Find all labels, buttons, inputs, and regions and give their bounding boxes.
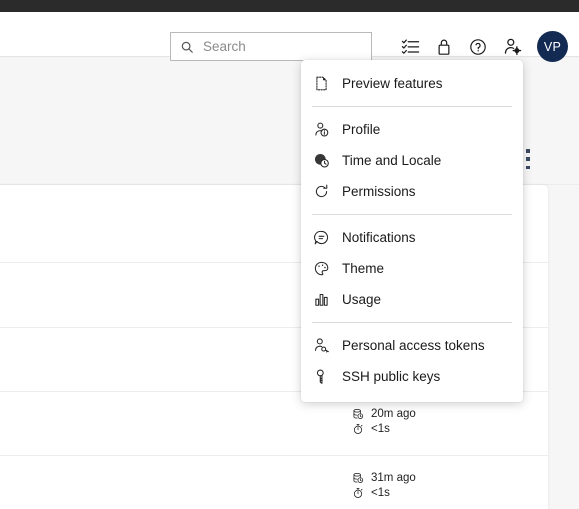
row-duration: <1s	[352, 487, 416, 499]
row-meta: 20m ago <1s	[352, 408, 416, 435]
menu-item-preview-features[interactable]: Preview features	[301, 68, 523, 99]
row-meta: 31m ago <1s	[352, 472, 416, 499]
menu-item-label: Permissions	[342, 183, 416, 199]
tasks-icon[interactable]	[399, 36, 421, 58]
refresh-icon	[313, 183, 330, 200]
menu-item-time-and-locale[interactable]: Time and Locale	[301, 145, 523, 176]
menu-item-label: SSH public keys	[342, 368, 441, 384]
menu-separator	[312, 106, 512, 107]
menu-item-ssh-public-keys[interactable]: SSH public keys	[301, 361, 523, 392]
os-title-strip	[0, 0, 579, 12]
app-header: VP	[0, 12, 579, 62]
menu-item-label: Profile	[342, 121, 381, 137]
row-last-run-text: 31m ago	[371, 472, 416, 484]
menu-item-theme[interactable]: Theme	[301, 253, 523, 284]
stopwatch-icon	[352, 423, 364, 435]
row-last-run: 20m ago	[352, 408, 416, 420]
database-clock-icon	[352, 472, 364, 484]
menu-item-usage[interactable]: Usage	[301, 284, 523, 315]
search-box[interactable]	[170, 32, 372, 61]
palette-icon	[313, 260, 330, 277]
menu-item-notifications[interactable]: Notifications	[301, 222, 523, 253]
avatar[interactable]: VP	[537, 31, 568, 62]
notification-bubble-icon	[313, 229, 330, 246]
globe-clock-icon	[313, 152, 330, 169]
row-duration-text: <1s	[371, 423, 390, 435]
database-clock-icon	[352, 408, 364, 420]
menu-item-label: Personal access tokens	[342, 337, 485, 353]
table-row[interactable]: 31m ago <1s	[0, 456, 548, 509]
lock-icon[interactable]	[433, 36, 455, 58]
stopwatch-icon	[352, 487, 364, 499]
search-input[interactable]	[203, 39, 363, 54]
header-icon-group: VP	[399, 31, 568, 62]
menu-item-label: Preview features	[342, 75, 443, 91]
row-duration-text: <1s	[371, 487, 390, 499]
row-duration: <1s	[352, 423, 416, 435]
user-settings-icon[interactable]	[501, 36, 523, 58]
preview-file-icon	[313, 75, 330, 92]
menu-item-profile[interactable]: Profile	[301, 114, 523, 145]
menu-item-label: Usage	[342, 291, 382, 307]
user-settings-menu: Preview features Profile Time and Locale Pe…	[301, 60, 523, 402]
search-icon	[180, 40, 194, 54]
menu-item-personal-access-tokens[interactable]: Personal access tokens	[301, 330, 523, 361]
row-last-run: 31m ago	[352, 472, 416, 484]
menu-item-label: Theme	[342, 260, 385, 276]
menu-item-label: Time and Locale	[342, 152, 442, 168]
menu-item-permissions[interactable]: Permissions	[301, 176, 523, 207]
more-options-icon[interactable]	[523, 149, 533, 169]
menu-separator	[312, 214, 512, 215]
help-circle-icon[interactable]	[467, 36, 489, 58]
person-key-icon	[313, 337, 330, 354]
avatar-initials: VP	[543, 39, 562, 54]
menu-separator	[312, 322, 512, 323]
profile-icon	[313, 121, 330, 138]
app-window: 20m ago <1s 31m ago <1s Search VP Previe…	[0, 0, 579, 509]
row-last-run-text: 20m ago	[371, 408, 416, 420]
menu-item-label: Notifications	[342, 229, 416, 245]
key-icon	[313, 368, 330, 385]
bar-chart-icon	[313, 291, 330, 308]
